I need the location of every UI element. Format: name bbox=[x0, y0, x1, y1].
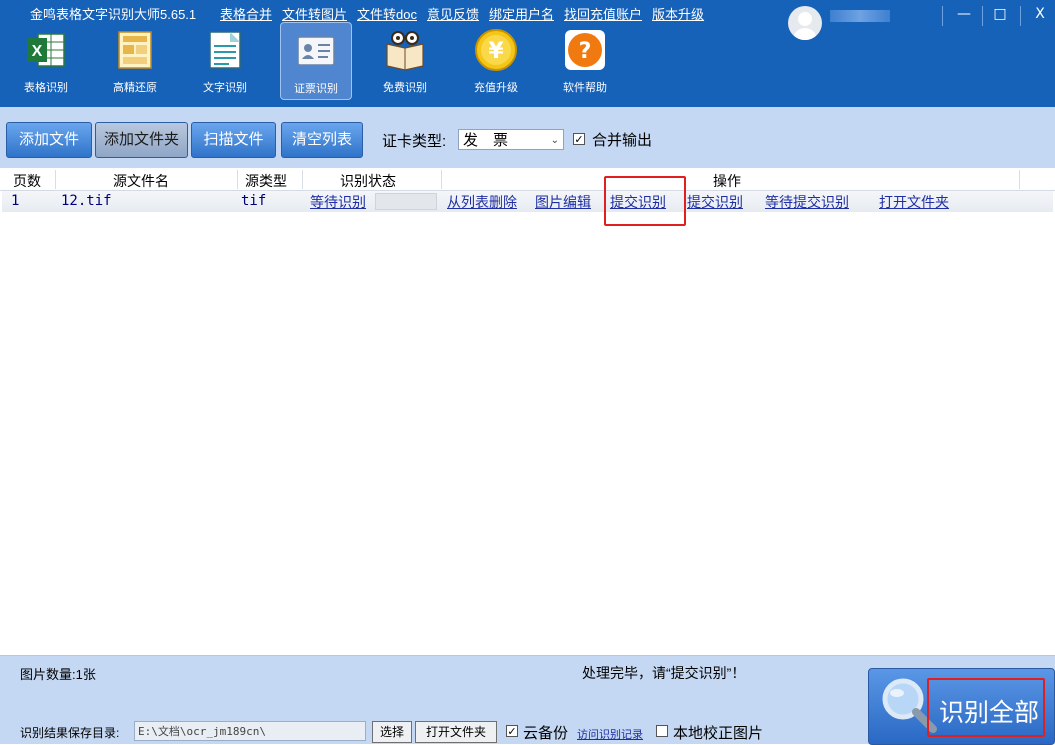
menu-table-merge[interactable]: 表格合并 bbox=[220, 4, 272, 23]
open-folder-link[interactable]: 打开文件夹 bbox=[879, 192, 949, 212]
cell-page: 1 bbox=[11, 193, 20, 209]
menu-feedback[interactable]: 意见反馈 bbox=[427, 4, 479, 23]
header-type[interactable]: 源类型 bbox=[245, 171, 287, 191]
avatar[interactable] bbox=[788, 6, 822, 40]
card-type-value: 发 票 bbox=[463, 131, 509, 149]
cell-type: tif bbox=[241, 193, 267, 209]
tool-table-recognition[interactable]: X 表格识别 bbox=[11, 22, 81, 98]
add-file-button[interactable]: 添加文件 bbox=[6, 122, 92, 158]
visit-record-link[interactable]: 访问识别记录 bbox=[577, 726, 643, 742]
menu-file-to-image[interactable]: 文件转图片 bbox=[282, 4, 347, 23]
tool-label: 证票识别 bbox=[294, 83, 338, 95]
open-folder-button[interactable]: 打开文件夹 bbox=[415, 721, 497, 743]
menu-recover-account[interactable]: 找回充值账户 bbox=[564, 4, 642, 23]
tool-label: 文字识别 bbox=[203, 82, 247, 94]
tool-recharge[interactable]: ¥ 充值升级 bbox=[461, 22, 531, 98]
document-icon bbox=[209, 31, 241, 69]
column-separator bbox=[1019, 170, 1020, 189]
card-type-label: 证卡类型: bbox=[382, 133, 447, 150]
tool-label: 高精还原 bbox=[113, 82, 157, 94]
tool-label: 表格识别 bbox=[24, 82, 68, 94]
scan-file-button[interactable]: 扫描文件 bbox=[191, 122, 276, 158]
avatar-body-shape bbox=[793, 28, 817, 40]
header-filename[interactable]: 源文件名 bbox=[113, 171, 169, 191]
add-folder-button[interactable]: 添加文件夹 bbox=[95, 122, 188, 158]
recognize-all-label: 识别全部 bbox=[939, 699, 1040, 727]
username-blurred bbox=[830, 10, 890, 22]
tool-free-recognition[interactable]: 免费识别 bbox=[370, 22, 440, 98]
id-card-icon bbox=[297, 36, 335, 66]
layout-icon bbox=[118, 31, 152, 69]
help-icon: ? bbox=[565, 30, 605, 70]
header-status[interactable]: 识别状态 bbox=[340, 171, 396, 191]
cell-filename: 12.tif bbox=[61, 193, 112, 209]
choose-button[interactable]: 选择 bbox=[372, 721, 412, 743]
remove-from-list-link[interactable]: 从列表删除 bbox=[447, 192, 517, 212]
close-button[interactable]: X bbox=[1026, 4, 1054, 24]
column-separator bbox=[237, 170, 238, 189]
maximize-button[interactable]: □ bbox=[986, 4, 1014, 24]
tool-text-recognition[interactable]: 文字识别 bbox=[190, 22, 260, 98]
tool-label: 免费识别 bbox=[383, 82, 427, 94]
tool-label: 充值升级 bbox=[474, 82, 518, 94]
local-correct-checkbox[interactable] bbox=[656, 725, 668, 737]
edit-image-link[interactable]: 图片编辑 bbox=[535, 192, 591, 212]
status-message: 处理完毕，请“提交识别”！ bbox=[582, 665, 746, 681]
window-separator bbox=[1020, 6, 1021, 26]
wait-submit-link[interactable]: 等待提交识别 bbox=[765, 192, 849, 212]
merge-output-checkbox[interactable]: ✓ bbox=[573, 133, 585, 146]
local-correct-label: 本地校正图片 bbox=[673, 725, 764, 742]
yen-coin-icon: ¥ bbox=[475, 29, 517, 71]
save-dir-input[interactable]: E:\文档\ocr_jm189cn\ bbox=[134, 721, 366, 741]
excel-icon: X bbox=[27, 33, 65, 67]
svg-text:?: ? bbox=[579, 39, 592, 64]
submit-recognition-link-2[interactable]: 提交识别 bbox=[687, 192, 743, 212]
avatar-head-shape bbox=[798, 12, 812, 26]
save-dir-label: 识别结果保存目录: bbox=[20, 726, 120, 740]
card-type-select[interactable]: 发 票 ⌄ bbox=[458, 129, 564, 150]
header-actions[interactable]: 操作 bbox=[713, 171, 741, 191]
merge-output-label: 合并输出 bbox=[592, 132, 653, 149]
column-separator bbox=[441, 170, 442, 189]
recognize-all-button[interactable]: 识别全部 bbox=[868, 668, 1055, 745]
column-separator bbox=[55, 170, 56, 189]
window-separator bbox=[982, 6, 983, 26]
column-separator bbox=[302, 170, 303, 189]
tool-certificate-recognition[interactable]: 证票识别 bbox=[280, 22, 352, 100]
header-pages[interactable]: 页数 bbox=[13, 171, 41, 191]
svg-text:X: X bbox=[32, 43, 43, 60]
svg-text:¥: ¥ bbox=[488, 39, 504, 64]
chevron-down-icon: ⌄ bbox=[550, 135, 559, 146]
top-menu: 表格合并 文件转图片 文件转doc 意见反馈 绑定用户名 找回充值账户 版本升级 bbox=[220, 4, 704, 23]
clear-list-button[interactable]: 清空列表 bbox=[281, 122, 363, 158]
tool-label: 软件帮助 bbox=[563, 82, 607, 94]
menu-upgrade[interactable]: 版本升级 bbox=[652, 4, 704, 23]
status-progress-bar bbox=[375, 193, 437, 210]
image-count: 图片数量:1张 bbox=[20, 667, 96, 682]
submit-recognition-link[interactable]: 提交识别 bbox=[610, 192, 666, 212]
cell-status-link[interactable]: 等待识别 bbox=[310, 192, 366, 212]
menu-bind-user[interactable]: 绑定用户名 bbox=[489, 4, 554, 23]
cloud-backup-checkbox[interactable]: ✓ bbox=[506, 725, 518, 738]
tool-high-precision[interactable]: 高精还原 bbox=[100, 22, 170, 98]
app-title: 金鸣表格文字识别大师5.65.1 bbox=[30, 7, 197, 22]
tool-help[interactable]: ? 软件帮助 bbox=[550, 22, 620, 98]
book-glasses-icon bbox=[386, 31, 424, 71]
menu-file-to-doc[interactable]: 文件转doc bbox=[357, 4, 417, 23]
window-separator bbox=[942, 6, 943, 26]
cloud-backup-label: 云备份 bbox=[523, 725, 569, 742]
minimize-button[interactable]: — bbox=[950, 4, 978, 24]
